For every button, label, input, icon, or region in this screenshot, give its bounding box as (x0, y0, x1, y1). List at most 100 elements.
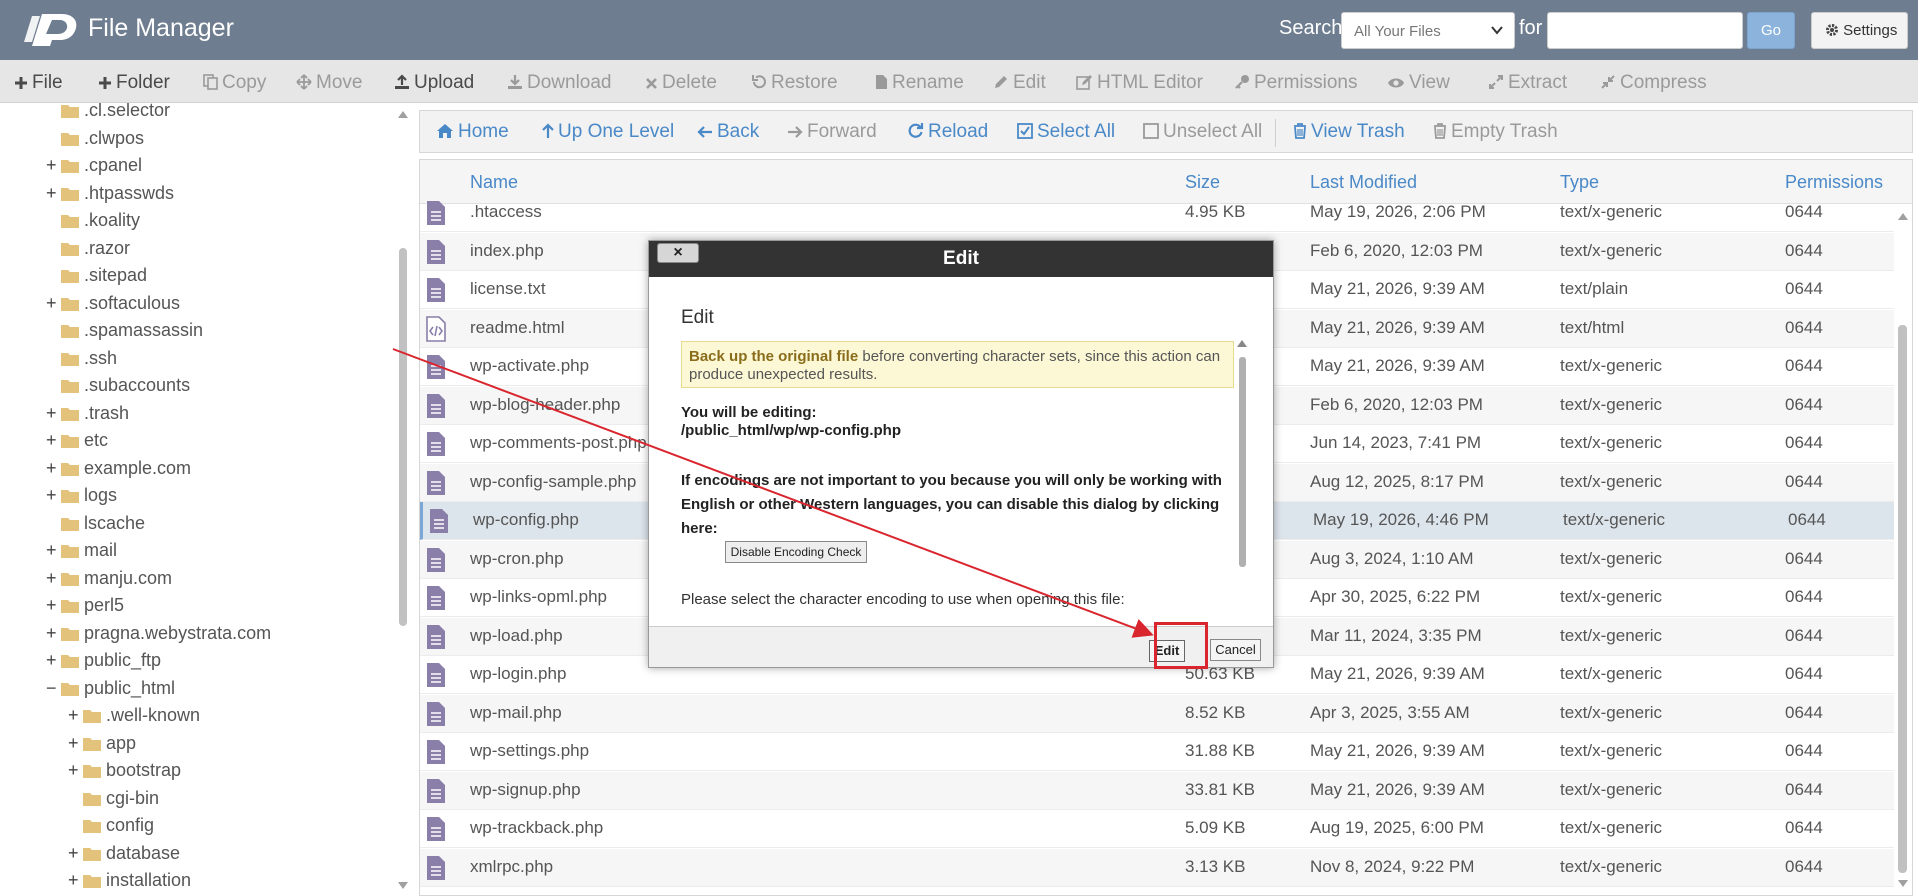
collapse-icon[interactable]: − (46, 679, 58, 697)
scroll-up-arrow-icon[interactable] (396, 108, 410, 120)
permissions-button[interactable]: Permissions (1234, 72, 1357, 94)
column-header-permissions[interactable]: Permissions (1785, 172, 1883, 193)
download-button[interactable]: Download (507, 72, 612, 94)
expand-icon[interactable]: + (46, 156, 58, 174)
edit-button-toolbar[interactable]: Edit (993, 72, 1046, 94)
table-row[interactable]: wp-signup.php 33.81 KB May 21, 2026, 9:39 … (420, 771, 1894, 810)
expand-icon[interactable]: + (68, 761, 80, 779)
cell-last-modified: Aug 19, 2025, 6:00 PM (1310, 818, 1484, 837)
file-icon (427, 817, 445, 841)
cell-size: 33.81 KB (1185, 779, 1255, 799)
edit-dialog: × Edit Edit Back up the original file be… (648, 240, 1274, 668)
cell-permissions: 0644 (1785, 702, 1823, 722)
table-row[interactable]: wp-trackback.php 5.09 KB Aug 19, 2025, 6:0… (420, 810, 1894, 848)
cell-permissions: 0644 (1785, 856, 1823, 876)
expand-icon[interactable]: + (46, 404, 58, 422)
new-file-button[interactable]: File (14, 72, 63, 94)
home-button[interactable]: Home (436, 121, 509, 143)
expand-icon[interactable]: + (46, 569, 58, 587)
folder-icon (83, 737, 101, 751)
column-header-type[interactable]: Type (1560, 172, 1599, 193)
tree-item-label: mail (84, 540, 118, 560)
scroll-down-arrow-icon[interactable] (1896, 878, 1910, 890)
plus-icon (99, 77, 111, 89)
expand-icon[interactable]: + (46, 596, 58, 614)
table-row[interactable]: wp-mail.php 8.52 KB Apr 3, 2025, 3:55 AM te… (420, 694, 1894, 733)
cell-permissions: 0644 (1785, 779, 1823, 799)
folder-icon (83, 875, 101, 888)
search-scope-select[interactable]: All Your Files (1341, 12, 1515, 49)
view-button[interactable]: View (1387, 72, 1450, 94)
table-row[interactable]: .htaccess 4.95 KB May 19, 2026, 2:06 PM tex… (420, 194, 1894, 232)
expand-icon[interactable]: + (68, 734, 80, 752)
cell-permissions: 0644 (1785, 548, 1823, 568)
expand-icon[interactable]: + (46, 624, 58, 642)
cpanel-logo-icon (24, 14, 77, 46)
up-one-level-button[interactable]: Up One Level (542, 121, 674, 143)
forward-button[interactable]: Forward (787, 121, 877, 143)
copy-button[interactable]: Copy (203, 72, 266, 94)
tree-item-label: .cl.selector (84, 103, 171, 120)
table-scrollbar-thumb[interactable] (1898, 325, 1907, 873)
arrow-up-icon (542, 123, 554, 138)
cancel-button[interactable]: Cancel (1210, 639, 1261, 661)
expand-icon[interactable]: + (46, 184, 58, 202)
compress-button[interactable]: Compress (1600, 72, 1707, 94)
back-button[interactable]: Back (697, 121, 759, 143)
expand-icon[interactable]: + (46, 431, 58, 449)
column-header-name[interactable]: Name (470, 172, 518, 193)
trash-icon (1434, 123, 1446, 139)
extract-button[interactable]: Extract (1488, 72, 1567, 94)
expand-icon[interactable]: + (46, 651, 58, 669)
column-header-last-modified[interactable]: Last Modified (1310, 172, 1417, 193)
cell-permissions: 0644 (1785, 240, 1823, 260)
key-icon (1235, 75, 1249, 89)
column-header-size[interactable]: Size (1185, 172, 1220, 193)
settings-label: Settings (1843, 22, 1898, 39)
new-folder-button[interactable]: Folder (98, 72, 170, 94)
expand-icon[interactable]: + (68, 871, 80, 889)
move-button[interactable]: Move (296, 72, 362, 94)
expand-icon[interactable]: + (46, 459, 58, 477)
cell-name: wp-mail.php (470, 702, 562, 722)
disable-encoding-check-button[interactable]: Disable Encoding Check (725, 541, 867, 563)
folder-icon (61, 352, 79, 366)
restore-button[interactable]: Restore (751, 72, 838, 94)
expand-icon[interactable]: + (46, 294, 58, 312)
html-editor-button[interactable]: HTML Editor (1076, 72, 1203, 94)
dialog-scrollbar-thumb[interactable] (1239, 357, 1246, 567)
settings-button[interactable]: Settings (1811, 12, 1908, 49)
unselect-all-button[interactable]: Unselect All (1143, 121, 1262, 143)
empty-trash-button[interactable]: Empty Trash (1433, 121, 1558, 143)
table-row[interactable]: xmlrpc.php 3.13 KB Nov 8, 2024, 9:22 PM tex… (420, 848, 1894, 887)
tree-item-label: .razor (84, 237, 131, 258)
cell-name: license.txt (470, 279, 546, 298)
view-trash-button[interactable]: View Trash (1293, 121, 1405, 143)
cell-last-modified: Apr 30, 2025, 6:22 PM (1310, 587, 1481, 606)
rename-button[interactable]: Rename (875, 72, 964, 94)
expand-icon[interactable]: + (68, 706, 80, 724)
upload-button[interactable]: Upload (394, 72, 474, 94)
scroll-up-arrow-icon[interactable] (1235, 337, 1249, 349)
cell-size: 31.88 KB (1185, 741, 1255, 760)
expand-icon[interactable]: + (46, 541, 58, 559)
reload-button[interactable]: Reload (907, 121, 988, 143)
expand-icon[interactable]: + (46, 486, 58, 504)
table-row[interactable]: wp-settings.php 31.88 KB May 21, 2026, 9:3… (420, 733, 1894, 771)
cell-permissions: 0644 (1785, 202, 1823, 221)
tree-item-label: installation (106, 870, 192, 890)
expand-icon[interactable]: + (68, 844, 80, 862)
backup-warning: Back up the original file before convert… (681, 341, 1234, 388)
select-all-button[interactable]: Select All (1017, 121, 1115, 143)
scroll-up-arrow-icon[interactable] (1896, 210, 1910, 222)
toolbar: File Folder Copy Move Upload Download De… (0, 60, 1918, 103)
go-button[interactable]: Go (1747, 12, 1795, 49)
editing-info: You will be editing: /public_html/wp/wp-… (681, 404, 901, 440)
scroll-down-arrow-icon[interactable] (396, 880, 410, 892)
tree-scrollbar-thumb[interactable] (399, 248, 407, 626)
cell-name: wp-links-opml.php (470, 587, 607, 606)
cell-type: text/x-generic (1560, 356, 1663, 375)
tree-item-label: config (106, 815, 155, 835)
search-input[interactable] (1547, 12, 1743, 49)
delete-button[interactable]: Delete (645, 72, 717, 94)
